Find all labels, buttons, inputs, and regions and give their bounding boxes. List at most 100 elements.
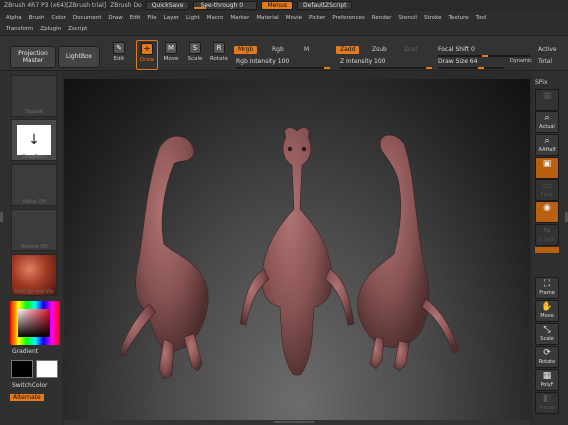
menu-item[interactable]: Picker <box>309 15 325 21</box>
menu-item[interactable]: Alpha <box>6 15 22 21</box>
default-zscript-button[interactable]: DefaultZScript <box>297 1 353 10</box>
menu-item[interactable]: Movie <box>286 15 302 21</box>
dynamic-button[interactable]: Dynamic <box>506 57 536 65</box>
menu-item[interactable]: Brush <box>29 15 45 21</box>
seethrough-label: See-through 0 <box>200 2 244 9</box>
lightbox-label: LightBox <box>65 53 93 60</box>
menu-item[interactable]: Stroke <box>424 15 442 21</box>
aahalf-button[interactable]: ⌕ AAHalf <box>535 134 559 156</box>
move-view-label: Move <box>540 313 554 319</box>
total-points-label: Total <box>538 58 553 65</box>
scale-icon: S <box>189 42 201 54</box>
secondary-color-swatch[interactable] <box>36 360 58 378</box>
lsym-label: L.Sym <box>539 237 555 243</box>
menu-item[interactable]: Texture <box>449 15 469 21</box>
edit-button[interactable]: ✎ Edit <box>108 40 130 70</box>
move-button[interactable]: M Move <box>160 40 182 70</box>
menu-item[interactable]: Tool <box>476 15 487 21</box>
alternate-button[interactable]: Alternate <box>10 394 44 401</box>
floor-button[interactable]: ▭ Floor <box>535 179 559 201</box>
rgb-intensity-slider[interactable]: Rgb Intensity 100 <box>236 58 330 69</box>
menus-button[interactable]: Menus <box>261 1 294 10</box>
color-picker[interactable] <box>10 301 60 345</box>
brush-caption: Square <box>25 109 43 115</box>
menu-item[interactable]: Macro <box>207 15 224 21</box>
spix-label: SPix <box>535 79 548 86</box>
menu-item[interactable]: Layer <box>164 15 179 21</box>
left-tray-handle[interactable] <box>0 212 3 222</box>
frame-button[interactable]: ⛶ Frame <box>535 277 559 299</box>
local-button[interactable]: ◉ <box>535 201 559 223</box>
lightbox-button[interactable]: LightBox <box>58 46 100 68</box>
title-bar: ZBrush 4R7 P3 (x64)[ZBrush trial] ZBrush… <box>0 0 568 11</box>
menu-item[interactable]: Material <box>256 15 278 21</box>
move-view-button[interactable]: ✋ Move <box>535 300 559 322</box>
menu-item[interactable]: Marker <box>230 15 249 21</box>
arrow-down-icon: ↓ <box>17 125 51 155</box>
switchcolor-button[interactable]: SwitchColor <box>12 382 48 389</box>
transp-button[interactable]: ◧ Transp <box>535 392 559 414</box>
rotate-button[interactable]: R Rotate <box>208 40 230 70</box>
menu-item[interactable]: File <box>147 15 156 21</box>
menu-item[interactable]: Zplugin <box>40 26 61 32</box>
menu-bar: Alpha Brush Color Document Draw Edit File Layer… <box>0 11 568 35</box>
draw-label: Draw <box>139 57 155 63</box>
zcut-button[interactable]: Zcut <box>400 46 422 54</box>
frame-label: Frame <box>539 290 555 296</box>
z-intensity-label: Z Intensity 100 <box>340 58 386 65</box>
spix-button[interactable]: ▦ <box>535 89 559 111</box>
quicksave-button[interactable]: QuickSave <box>145 1 190 10</box>
main-color-swatch[interactable] <box>11 360 33 378</box>
menu-item[interactable]: Light <box>186 15 200 21</box>
persp-button[interactable]: ▣ <box>535 157 559 179</box>
draw-button[interactable]: ✛ Draw <box>136 40 158 70</box>
document-label: ZBrush Do <box>110 2 142 9</box>
focal-shift-label: Focal Shift 0 <box>438 46 475 53</box>
zadd-button[interactable]: Zadd <box>336 46 360 54</box>
lsym-button[interactable]: ⇋ L.Sym <box>535 224 559 246</box>
menu-item[interactable]: Document <box>73 15 102 21</box>
polyf-button[interactable]: ▦ PolyF <box>535 369 559 391</box>
menu-row-2: Transform Zplugin Zscript <box>6 23 562 34</box>
rotate-view-label: Rotate <box>538 359 556 365</box>
rotate-label: Rotate <box>209 56 228 62</box>
scale-view-label: Scale <box>540 336 554 342</box>
menu-item[interactable]: Render <box>372 15 392 21</box>
scale-button[interactable]: S Scale <box>184 40 206 70</box>
menu-item[interactable]: Edit <box>130 15 141 21</box>
local-icon: ◉ <box>543 203 551 213</box>
menu-item[interactable]: Zscript <box>68 26 87 32</box>
mrgb-button[interactable]: Mrgb <box>234 46 258 54</box>
focal-shift-slider[interactable]: Focal Shift 0 <box>438 46 530 57</box>
viewport-canvas[interactable] <box>64 79 530 420</box>
menu-item[interactable]: Stencil <box>398 15 417 21</box>
z-intensity-slider[interactable]: Z Intensity 100 <box>340 58 432 69</box>
actual-label: Actual <box>539 124 555 130</box>
scale-view-button[interactable]: ⤡ Scale <box>535 323 559 345</box>
hand-icon: ✋ <box>541 302 553 312</box>
actual-button[interactable]: ⌕ Actual <box>535 111 559 133</box>
scale-label: Scale <box>187 56 203 62</box>
xyz-toggle[interactable] <box>535 247 559 253</box>
zsub-button[interactable]: Zsub <box>368 46 391 54</box>
rotate-view-button[interactable]: ⟳ Rotate <box>535 346 559 368</box>
menu-item[interactable]: Draw <box>108 15 122 21</box>
m-button[interactable]: M <box>300 46 313 54</box>
color-square[interactable] <box>18 309 50 337</box>
bottom-tray-handle[interactable] <box>274 421 314 423</box>
menu-item[interactable]: Color <box>52 15 66 21</box>
draw-size-slider[interactable]: Draw Size 64 <box>438 58 504 69</box>
projection-master-button[interactable]: Projection Master <box>10 46 56 68</box>
rotate-view-icon: ⟳ <box>543 348 551 358</box>
creature-right-view <box>357 134 460 372</box>
menu-item[interactable]: Preferences <box>332 15 364 21</box>
gradient-label: Gradient <box>12 348 39 355</box>
menu-row-1: Alpha Brush Color Document Draw Edit File Layer… <box>6 12 562 23</box>
material-caption: MatCap Red Wa <box>14 289 54 295</box>
seethrough-slider[interactable]: See-through 0 <box>193 1 258 10</box>
menu-item[interactable]: Transform <box>6 26 33 32</box>
transp-label: Transp <box>538 405 556 411</box>
sculpt-model <box>118 127 460 380</box>
rgb-button[interactable]: Rgb <box>268 46 288 54</box>
perspective-icon: ▣ <box>542 159 552 169</box>
